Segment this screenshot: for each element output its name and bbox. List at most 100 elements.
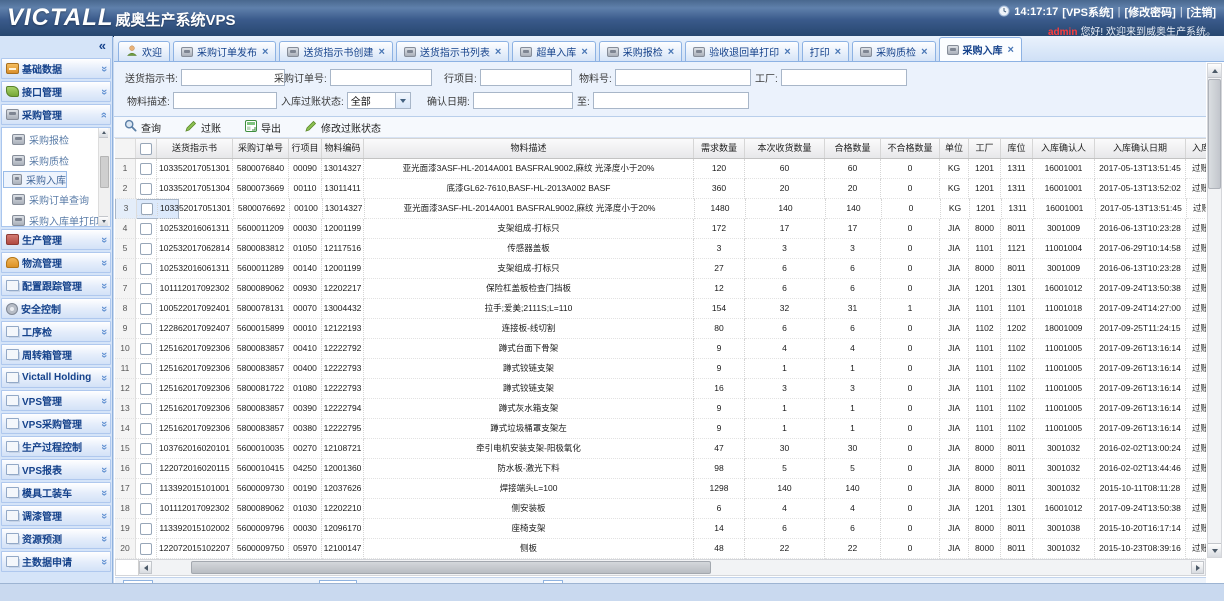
close-icon[interactable]: × [921, 47, 927, 57]
row-checkbox[interactable] [140, 263, 152, 275]
close-icon[interactable]: × [262, 47, 268, 57]
col-header-物料描述[interactable]: 物料描述 [364, 139, 694, 158]
col-header-物料编码[interactable]: 物料编码 [322, 139, 364, 158]
close-icon[interactable]: × [495, 47, 501, 57]
tab-采购报检[interactable]: 采购报检× [599, 41, 682, 61]
table-row[interactable]: 310335201705130158000766920010013014327亚… [115, 199, 179, 219]
tab-欢迎[interactable]: 欢迎 [118, 41, 170, 61]
table-row[interactable]: 710111201709230258000890620093012202217保… [115, 279, 1206, 299]
table-row[interactable]: 1510376201602010156000100350027012108721… [115, 439, 1206, 459]
horizontal-scroll-thumb[interactable] [191, 561, 711, 574]
sidebar-group-Victall Holding[interactable]: Victall Holding» [1, 367, 111, 388]
material-desc-input[interactable] [173, 92, 277, 109]
col-header-入库过账状态[interactable]: 入库过账状态 [1186, 139, 1206, 158]
col-header-单位[interactable]: 单位 [940, 139, 969, 158]
link-vps-system[interactable]: [VPS系统] [1062, 4, 1113, 20]
table-row[interactable]: 110335201705130158000768400009013014327亚… [115, 159, 1206, 179]
tab-采购订单发布[interactable]: 采购订单发布× [173, 41, 276, 61]
close-icon[interactable]: × [835, 47, 841, 57]
sidebar-group-VPS采购管理[interactable]: VPS采购管理» [1, 413, 111, 434]
table-row[interactable]: 2012207201510220756000097500597012100147… [115, 539, 1206, 559]
table-row[interactable]: 810052201709240158000781310007013004432拉… [115, 299, 1206, 319]
row-checkbox[interactable] [140, 223, 152, 235]
tab-验收退回单打印[interactable]: 验收退回单打印× [685, 41, 798, 61]
close-icon[interactable]: × [581, 47, 587, 57]
table-row[interactable]: 1911339201510200256000097960003012096170… [115, 519, 1206, 539]
col-header-送货指示书[interactable]: 送货指示书 [157, 139, 233, 158]
material-no-input[interactable] [615, 69, 751, 86]
scroll-thumb[interactable] [100, 156, 109, 188]
po-number-input[interactable] [330, 69, 432, 86]
col-header-行项目[interactable]: 行项目 [289, 139, 322, 158]
row-checkbox[interactable] [140, 503, 152, 515]
table-row[interactable]: 1612207201602011556000104150425012001360… [115, 459, 1206, 479]
query-button[interactable]: 查询 [124, 119, 161, 135]
col-header-入库确认日期[interactable]: 入库确认日期 [1095, 139, 1186, 158]
sidebar-group-生产管理[interactable]: 生产管理» [1, 229, 111, 250]
scroll-up-button[interactable] [1208, 64, 1221, 78]
table-row[interactable]: 1112516201709230658000838570040012222793… [115, 359, 1206, 379]
submenu-item-采购订单查询[interactable]: 采购订单查询 [3, 189, 98, 209]
table-row[interactable]: 1711339201510100156000097300019012037626… [115, 479, 1206, 499]
table-row[interactable]: 410253201606131156000112090003012001199支… [115, 219, 1206, 239]
sidebar-group-VPS管理[interactable]: VPS管理» [1, 390, 111, 411]
row-checkbox[interactable] [140, 383, 152, 395]
tab-采购入库[interactable]: 采购入库× [939, 37, 1022, 61]
row-checkbox[interactable] [140, 343, 152, 355]
delivery-note-input[interactable] [181, 69, 285, 86]
close-icon[interactable]: × [378, 47, 384, 57]
row-checkbox[interactable] [140, 283, 152, 295]
sidebar-group-周转箱管理[interactable]: 周转箱管理» [1, 344, 111, 365]
col-header-合格数量[interactable]: 合格数量 [825, 139, 881, 158]
row-checkbox[interactable] [140, 543, 152, 555]
sidebar-group-调漆管理[interactable]: 调漆管理» [1, 505, 111, 526]
table-row[interactable]: 1312516201709230658000838570039012222794… [115, 399, 1206, 419]
row-checkbox[interactable] [140, 523, 152, 535]
select-all-checkbox[interactable] [140, 143, 152, 155]
table-row[interactable]: 210335201705130458000736690011013011411底… [115, 179, 1206, 199]
col-header-需求数量[interactable]: 需求数量 [694, 139, 745, 158]
tab-打印[interactable]: 打印× [802, 41, 849, 61]
posting-status-select[interactable]: 全部 [347, 92, 411, 109]
vertical-scroll-thumb[interactable] [1208, 79, 1221, 189]
sidebar-group-生产过程控制[interactable]: 生产过程控制» [1, 436, 111, 457]
sidebar-group-接口管理[interactable]: 接口管理» [1, 81, 111, 102]
col-header-采购订单号[interactable]: 采购订单号 [233, 139, 289, 158]
link-logout[interactable]: [注销] [1187, 4, 1216, 20]
row-checkbox[interactable] [140, 303, 152, 315]
row-checkbox[interactable] [140, 403, 152, 415]
table-row[interactable]: 1012516201709230658000838570041012222792… [115, 339, 1206, 359]
row-checkbox[interactable] [141, 203, 153, 215]
row-checkbox[interactable] [140, 483, 152, 495]
scroll-right-button[interactable] [1191, 561, 1204, 574]
row-checkbox[interactable] [140, 323, 152, 335]
table-row[interactable]: 1212516201709230658000817220108012222793… [115, 379, 1206, 399]
confirm-date-from-input[interactable] [473, 92, 573, 109]
row-checkbox[interactable] [140, 423, 152, 435]
col-header-不合格数量[interactable]: 不合格数量 [881, 139, 940, 158]
scroll-down-button[interactable] [99, 216, 108, 226]
post-button[interactable]: 过账 [185, 120, 221, 135]
submenu-item-采购报检[interactable]: 采购报检 [3, 129, 98, 149]
scroll-up-button[interactable] [99, 128, 108, 138]
tab-送货指示书列表[interactable]: 送货指示书列表× [396, 41, 509, 61]
table-row[interactable]: 610253201606131156000112890014012001199支… [115, 259, 1206, 279]
row-checkbox[interactable] [140, 463, 152, 475]
table-row[interactable]: 1412516201709230658000838570038012222795… [115, 419, 1206, 439]
tab-采购质检[interactable]: 采购质检× [852, 41, 935, 61]
col-header-本次收货数量[interactable]: 本次收货数量 [745, 139, 825, 158]
row-checkbox[interactable] [140, 243, 152, 255]
sidebar-group-资源预测[interactable]: 资源预测» [1, 528, 111, 549]
row-checkbox[interactable] [140, 163, 152, 175]
sidebar-group-工序检[interactable]: 工序检» [1, 321, 111, 342]
submenu-item-采购入库[interactable]: 采购入库 [3, 171, 67, 188]
scroll-down-button[interactable] [1208, 543, 1221, 557]
col-header-工厂[interactable]: 工厂 [969, 139, 1001, 158]
table-row[interactable]: 1810111201709230258000890620103012202210… [115, 499, 1206, 519]
sidebar-group-安全控制[interactable]: 安全控制» [1, 298, 111, 319]
sidebar-group-主数据申请[interactable]: 主数据申请» [1, 551, 111, 572]
table-row[interactable]: 510253201706281458000838120105012117516传… [115, 239, 1206, 259]
close-icon[interactable]: × [784, 47, 790, 57]
submenu-scrollbar[interactable] [98, 128, 110, 226]
table-row[interactable]: 912286201709240756000158990001012122193连… [115, 319, 1206, 339]
